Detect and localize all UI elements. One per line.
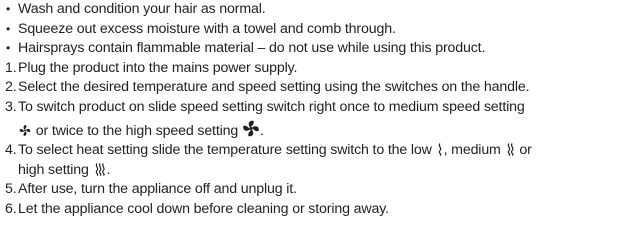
step-text: . — [259, 122, 264, 139]
step-list: 1. Plug the product into the mains power… — [0, 59, 636, 220]
bullet-item: • Squeeze out excess moisture with a tow… — [0, 20, 636, 40]
bullet-marker: • — [6, 41, 11, 56]
step-text: After use, turn the appliance off and un… — [18, 181, 297, 198]
step-number: 4. — [5, 142, 17, 159]
step-text: or twice to the high speed setting — [35, 122, 239, 139]
bullet-item: • Wash and condition your hair as normal… — [0, 0, 636, 20]
step-number: 3. — [5, 98, 17, 115]
step-number: 6. — [5, 200, 17, 217]
step-text: Let the appliance cool down before clean… — [18, 200, 389, 217]
step-text: Select the desired temperature and speed… — [18, 79, 530, 96]
step-item: 6. Let the appliance cool down before cl… — [0, 200, 636, 220]
bullet-item: • Hairsprays contain flammable material … — [0, 39, 636, 59]
heat-low-icon — [438, 143, 441, 157]
step-number: 1. — [5, 59, 17, 76]
bullet-text: Hairsprays contain flammable material – … — [18, 40, 486, 57]
heat-high-icon — [95, 162, 105, 176]
instructions-page: • Wash and condition your hair as normal… — [0, 0, 636, 245]
bullet-text: Squeeze out excess moisture with a towel… — [18, 20, 396, 37]
heat-medium-icon — [507, 143, 514, 157]
step-item: 1. Plug the product into the mains power… — [0, 59, 636, 79]
step-number: 5. — [5, 181, 17, 198]
bullet-marker: • — [6, 2, 11, 16]
step-item: 4. To select heat setting slide the temp… — [0, 141, 636, 180]
bullet-text: Wash and condition your hair as normal. — [18, 1, 266, 17]
step-text: To switch product on slide speed setting… — [18, 98, 525, 115]
bullet-list: • Wash and condition your hair as normal… — [0, 0, 636, 59]
step-text: or — [519, 142, 532, 159]
step-text: high setting — [18, 161, 89, 178]
step-item: 5. After use, turn the appliance off and… — [0, 180, 636, 200]
step-item: 3. To switch product on slide speed sett… — [0, 98, 636, 141]
step-text: , medium — [443, 142, 501, 159]
bullet-marker: • — [6, 21, 11, 36]
step-text: To select heat setting slide the tempera… — [18, 142, 432, 159]
step-item: 2. Select the desired temperature and sp… — [0, 78, 636, 98]
step-number: 2. — [5, 79, 17, 96]
step-text: Plug the product into the mains power su… — [18, 59, 298, 76]
step-text: . — [106, 161, 111, 178]
fan-high-icon — [243, 120, 259, 136]
fan-medium-icon — [19, 124, 31, 136]
